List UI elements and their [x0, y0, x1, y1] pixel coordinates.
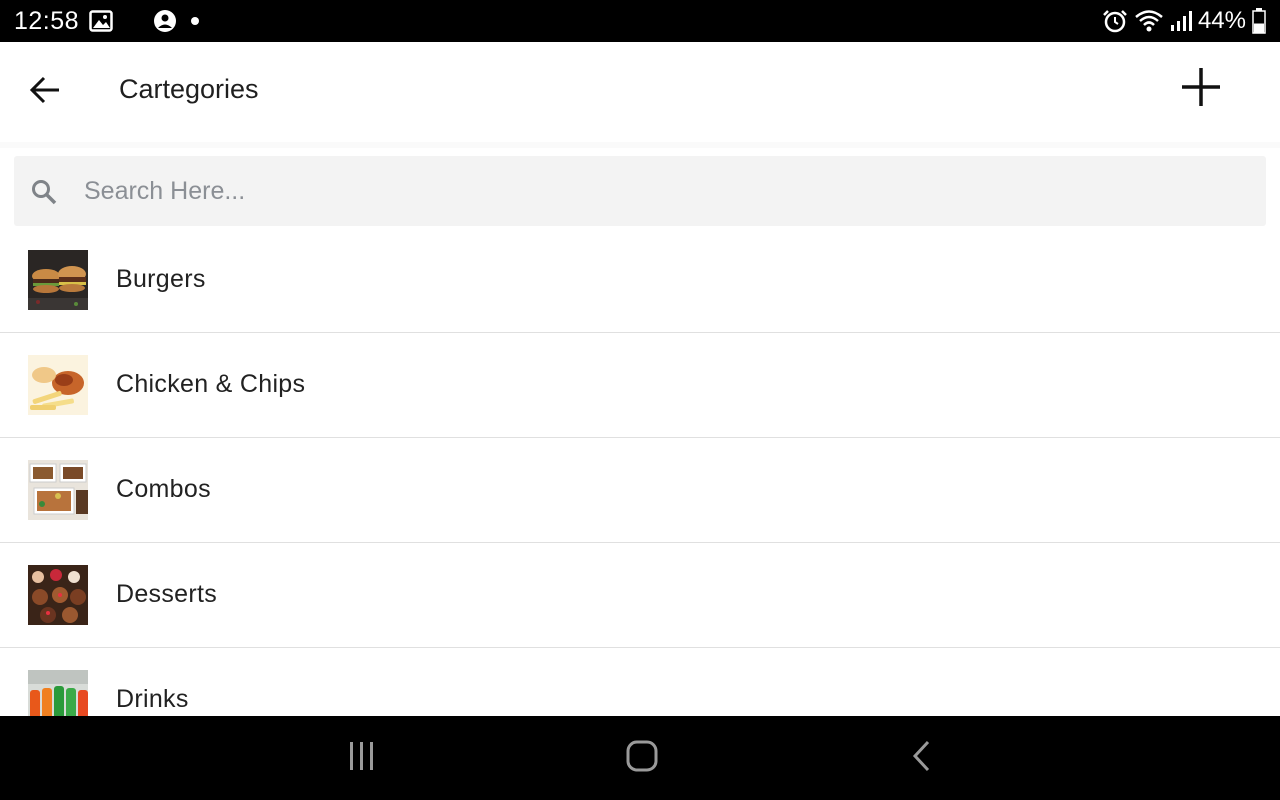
notification-dot-icon: [187, 13, 203, 29]
do-not-disturb-moon-icon: [123, 10, 143, 32]
status-bar-left: 12:58: [14, 0, 203, 42]
battery-icon: [1252, 8, 1266, 34]
category-label: Combos: [116, 475, 211, 503]
chicken-and-chips-thumbnail: [28, 355, 88, 415]
app-bar-divider: [0, 142, 1280, 148]
account-circle-icon: [153, 9, 177, 33]
category-item-chicken-chips[interactable]: Chicken & Chips: [0, 333, 1280, 438]
category-label: Drinks: [116, 685, 189, 713]
arrow-left-icon: [29, 75, 61, 110]
back-button[interactable]: [22, 69, 68, 115]
battery-percent: 44%: [1197, 7, 1246, 34]
home-icon: [625, 739, 659, 778]
category-label: Desserts: [116, 580, 218, 608]
page-title: Cartegories: [119, 74, 259, 104]
search-input[interactable]: [84, 156, 1244, 226]
combos-thumbnail: [28, 460, 88, 520]
plus-icon: [1180, 66, 1222, 113]
recent-apps-button[interactable]: [340, 736, 384, 780]
add-category-button[interactable]: [1176, 64, 1226, 114]
search-icon: [30, 178, 58, 206]
category-label: Chicken & Chips: [116, 370, 306, 398]
category-item-combos[interactable]: Combos: [0, 438, 1280, 543]
alarm-clock-icon: [1102, 9, 1128, 33]
status-bar-right: 44%: [1102, 0, 1266, 42]
category-list: Burgers Chicken & Chips Combos Desserts …: [0, 228, 1280, 716]
recent-apps-icon: [346, 740, 378, 777]
back-chevron-icon: [910, 739, 934, 778]
wifi-icon: [1134, 9, 1164, 33]
category-item-desserts[interactable]: Desserts: [0, 543, 1280, 648]
status-time: 12:58: [14, 6, 80, 35]
status-bar: 12:58 44%: [0, 0, 1280, 42]
drinks-thumbnail: [28, 670, 88, 716]
signal-bars-icon: [1170, 10, 1192, 32]
app-bar: Cartegories: [0, 42, 1280, 142]
gallery-icon: [89, 10, 113, 32]
search-bar: [14, 156, 1266, 226]
system-back-button[interactable]: [900, 736, 944, 780]
category-item-drinks[interactable]: Drinks: [0, 648, 1280, 716]
category-item-burgers[interactable]: Burgers: [0, 228, 1280, 333]
home-button[interactable]: [620, 736, 664, 780]
burgers-thumbnail: [28, 250, 88, 310]
desserts-thumbnail: [28, 565, 88, 625]
navigation-bar: [0, 716, 1280, 800]
category-label: Burgers: [116, 265, 206, 293]
